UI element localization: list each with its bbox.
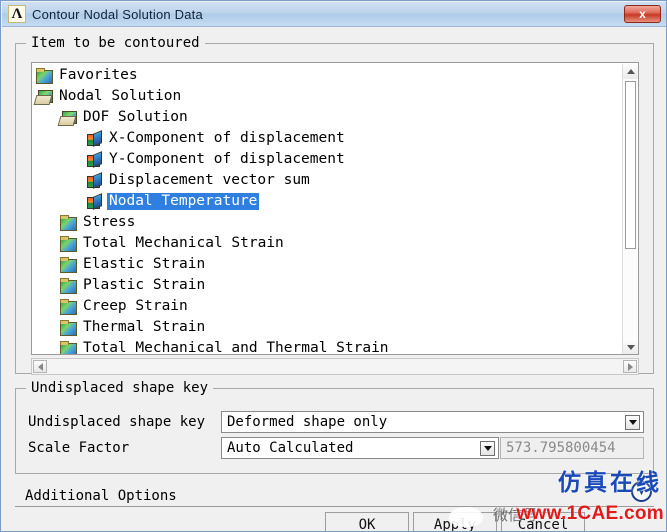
folder-closed-icon	[60, 235, 77, 252]
cube-icon	[86, 132, 102, 146]
tree-item[interactable]: X-Component of displacement	[32, 128, 624, 149]
scale-factor-label: Scale Factor	[28, 440, 130, 456]
scale-factor-value: Auto Calculated	[227, 440, 354, 456]
tree-item-label: Stress	[83, 213, 136, 230]
shape-key-row: Undisplaced shape key	[28, 411, 226, 433]
tree-item[interactable]: Nodal Temperature	[32, 191, 624, 212]
shape-key-select[interactable]: Deformed shape only	[221, 411, 644, 433]
cube-icon	[86, 195, 102, 209]
tree-item-label: Total Mechanical Strain	[83, 234, 284, 251]
cube-icon	[86, 174, 102, 188]
folder-closed-icon	[36, 67, 53, 84]
apply-button[interactable]: Apply	[413, 512, 497, 531]
close-button[interactable]: x	[624, 5, 661, 23]
folder-closed-icon	[60, 256, 77, 273]
tree-item-label: Total Mechanical and Thermal Strain	[83, 339, 389, 355]
tree-item-label: Y-Component of displacement	[109, 150, 345, 167]
contour-nodal-solution-dialog: Λ Contour Nodal Solution Data x Item to …	[0, 0, 667, 532]
cube-icon	[86, 153, 102, 167]
ansys-lambda-icon: Λ	[8, 5, 26, 23]
item-to-be-contoured-group: Item to be contoured Favorites Nodal Solu…	[15, 35, 654, 375]
tree-item-label: Nodal Temperature	[107, 192, 260, 211]
scale-factor-number-field[interactable]: 573.795800454	[500, 437, 644, 459]
scroll-left-arrow-icon[interactable]	[33, 360, 47, 373]
title-bar: Λ Contour Nodal Solution Data x	[2, 2, 666, 27]
shape-key-label: Undisplaced shape key	[28, 414, 206, 430]
tree-horizontal-scrollbar[interactable]	[31, 358, 639, 375]
tree-item[interactable]: Thermal Strain	[32, 317, 624, 338]
item-group-legend: Item to be contoured	[26, 35, 205, 51]
tree-item[interactable]: Plastic Strain	[32, 275, 624, 296]
tree-item[interactable]: DOF Solution	[32, 107, 624, 128]
tree-list: Favorites Nodal Solution DOF Solution X-Com…	[32, 65, 624, 355]
tree-item-label: Thermal Strain	[83, 318, 206, 335]
tree-item-label: Plastic Strain	[83, 276, 206, 293]
additional-options-label: Additional Options	[25, 487, 177, 504]
scale-factor-select[interactable]: Auto Calculated	[221, 437, 499, 459]
folder-closed-icon	[60, 298, 77, 315]
tree-item-label: Favorites	[59, 66, 138, 83]
tree-item-label: DOF Solution	[83, 108, 188, 125]
tree-vertical-scrollbar[interactable]	[622, 64, 638, 354]
dialog-button-bar: OK Apply Cancel	[1, 512, 666, 531]
tree-item-label: X-Component of displacement	[109, 129, 345, 146]
folder-closed-icon	[60, 214, 77, 231]
tree-item-label: Elastic Strain	[83, 255, 206, 272]
undisplaced-shape-key-group: Undisplaced shape key Undisplaced shape …	[15, 380, 654, 474]
tree-item[interactable]: Total Mechanical and Thermal Strain	[32, 338, 624, 355]
folder-closed-icon	[60, 319, 77, 336]
cancel-button[interactable]: Cancel	[501, 512, 585, 531]
tree-item[interactable]: Elastic Strain	[32, 254, 624, 275]
chevron-down-circle-icon[interactable]: ▾	[631, 481, 652, 502]
ok-button[interactable]: OK	[325, 512, 409, 531]
tree-item[interactable]: Total Mechanical Strain	[32, 233, 624, 254]
scale-factor-row: Scale Factor	[28, 437, 226, 459]
scroll-down-arrow-icon[interactable]	[623, 340, 638, 354]
scroll-up-arrow-icon[interactable]	[623, 64, 638, 79]
tree-item[interactable]: Displacement vector sum	[32, 170, 624, 191]
scroll-right-arrow-icon[interactable]	[623, 360, 637, 373]
shape-key-value: Deformed shape only	[227, 414, 388, 430]
tree-item[interactable]: Creep Strain	[32, 296, 624, 317]
tree-item[interactable]: Y-Component of displacement	[32, 149, 624, 170]
tree-item[interactable]: Favorites	[32, 65, 624, 86]
tree-item-label: Creep Strain	[83, 297, 188, 314]
tree-item-label: Nodal Solution	[59, 87, 182, 104]
chevron-down-icon[interactable]	[625, 414, 640, 430]
window-title: Contour Nodal Solution Data	[32, 6, 203, 22]
chevron-down-icon[interactable]	[480, 440, 495, 456]
folder-open-icon	[36, 89, 53, 104]
shape-group-legend: Undisplaced shape key	[26, 380, 214, 396]
tree-item[interactable]: Nodal Solution	[32, 86, 624, 107]
tree-item-label: Displacement vector sum	[109, 171, 310, 188]
contour-item-tree[interactable]: Favorites Nodal Solution DOF Solution X-Com…	[31, 62, 639, 355]
additional-options-section[interactable]: Additional Options ▾	[15, 481, 654, 507]
folder-closed-icon	[60, 340, 77, 354]
vertical-scroll-thumb[interactable]	[625, 81, 636, 249]
folder-closed-icon	[60, 277, 77, 294]
tree-item[interactable]: Stress	[32, 212, 624, 233]
folder-open-icon	[60, 110, 77, 125]
